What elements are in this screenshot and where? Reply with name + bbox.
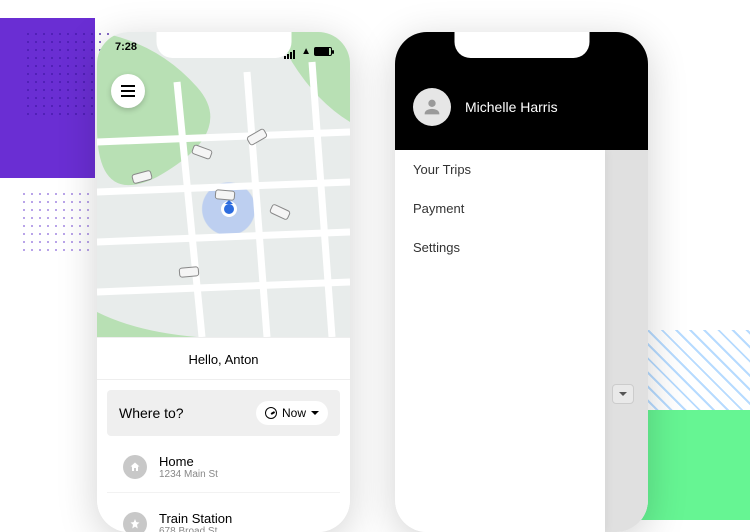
- phone-home: 7:28 ▲: [97, 32, 350, 532]
- drawer-item-payment[interactable]: Payment: [395, 189, 605, 228]
- destination-subtitle: 1234 Main St: [159, 469, 218, 480]
- destination-title: Train Station: [159, 511, 232, 526]
- destination-title: Home: [159, 454, 218, 469]
- drawer-item-settings[interactable]: Settings: [395, 228, 605, 267]
- phone-notch: [454, 32, 589, 58]
- greeting-text: Hello, Anton: [97, 338, 350, 380]
- drawer-username: Michelle Harris: [465, 99, 558, 115]
- dimmed-background[interactable]: [605, 150, 648, 532]
- wifi-icon: ▲: [301, 46, 311, 57]
- schedule-chip[interactable]: Now: [256, 401, 328, 425]
- star-icon: [123, 512, 147, 532]
- battery-icon: [314, 47, 332, 56]
- background-schedule-chip: [612, 384, 634, 404]
- avatar[interactable]: [413, 88, 451, 126]
- home-icon: [123, 455, 147, 479]
- person-icon: [421, 96, 443, 118]
- destination-item-saved[interactable]: Train Station 678 Broad St: [107, 499, 340, 532]
- chevron-down-icon: [311, 411, 319, 419]
- clock-icon: [265, 407, 277, 419]
- destination-item-home[interactable]: Home 1234 Main St: [107, 442, 340, 493]
- drawer-body: Your Trips Payment Settings: [395, 150, 605, 532]
- user-location-icon: [224, 204, 234, 214]
- where-to-input[interactable]: Where to? Now: [107, 390, 340, 436]
- decor-dots-small: [20, 190, 90, 255]
- where-to-prompt: Where to?: [119, 405, 256, 421]
- car-icon: [179, 266, 200, 278]
- schedule-label: Now: [282, 406, 306, 420]
- car-icon: [215, 189, 236, 201]
- status-icons: ▲: [284, 41, 332, 61]
- destination-subtitle: 678 Broad St: [159, 526, 232, 532]
- bottom-sheet: Hello, Anton Where to? Now Home 1234 Mai…: [97, 337, 350, 532]
- status-time: 7:28: [115, 41, 137, 61]
- phone-notch: [156, 32, 291, 58]
- drawer-item-trips[interactable]: Your Trips: [395, 150, 605, 189]
- chevron-down-icon: [619, 392, 627, 400]
- phone-drawer: Michelle Harris Your Trips Payment Setti…: [395, 32, 648, 532]
- menu-button[interactable]: [111, 74, 145, 108]
